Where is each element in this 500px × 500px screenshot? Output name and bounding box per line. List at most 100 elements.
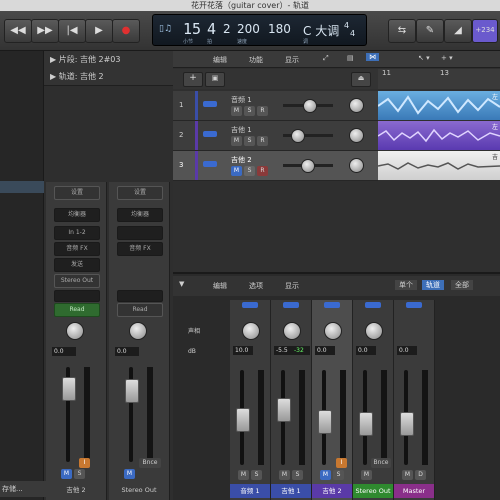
tracks-view-button[interactable]: 轨道 [422, 280, 444, 290]
solo-button[interactable]: S [251, 470, 262, 480]
mute-button[interactable]: M [61, 469, 72, 479]
automation-mode[interactable]: Read [117, 303, 163, 317]
function-menu[interactable]: 功能 [249, 55, 263, 65]
input-monitor-button[interactable]: I [79, 458, 90, 468]
pan-knob[interactable] [349, 128, 364, 143]
volume-fader-cap[interactable] [125, 379, 139, 403]
track-name[interactable]: 吉他 1 [231, 125, 252, 135]
single-view-button[interactable]: 单个 [395, 280, 417, 290]
volume-fader-cap[interactable] [359, 412, 373, 436]
counter-badge[interactable]: +234 [472, 19, 498, 43]
pan-knob[interactable] [283, 322, 301, 340]
add-track-button[interactable]: + [183, 72, 203, 87]
volume-slider-thumb[interactable] [291, 129, 305, 143]
catch-icon[interactable]: ▤ [347, 54, 354, 62]
mute-button[interactable]: M [231, 106, 242, 116]
mute-button[interactable]: M [279, 470, 290, 480]
mixer-edit-menu[interactable]: 编辑 [213, 281, 227, 291]
mixer-options-menu[interactable]: 选项 [249, 281, 263, 291]
automation-mode[interactable]: Read [54, 303, 100, 317]
audio-region[interactable]: 左 [378, 91, 500, 120]
disclosure-triangle-icon[interactable]: ▼ [179, 280, 184, 288]
duplicate-track-icon[interactable]: ▣ [205, 72, 225, 87]
region-inspector-header[interactable]: ▶ 片段: 吉他 2#03 [44, 51, 179, 69]
audio-region-selected[interactable]: 吉 [378, 151, 500, 180]
eq-slot[interactable]: 均衡器 [117, 208, 163, 222]
bounce-button[interactable]: Bnce [139, 458, 161, 468]
volume-slider-thumb[interactable] [301, 159, 315, 173]
input-slot[interactable]: In 1-2 [54, 226, 100, 240]
flex-icon[interactable]: ⋈ [366, 53, 379, 61]
rewind-button[interactable]: ◀◀ [4, 19, 32, 43]
snap-icon[interactable]: ⤢ [323, 54, 329, 63]
lcd-display[interactable]: ▯♫ 15 4 2 200 180 C 大调 4 4 小节 拍 速度 调 [152, 14, 367, 46]
record-button[interactable]: ● [112, 19, 140, 43]
pan-knob[interactable] [349, 98, 364, 113]
collapse-icon[interactable]: ⏏ [351, 72, 371, 87]
mute-button[interactable]: M [238, 470, 249, 480]
track-inspector-header[interactable]: ▶ 轨道: 吉他 2 [44, 68, 179, 86]
track-name[interactable]: 吉他 2 [231, 155, 252, 165]
mute-button[interactable]: M [320, 470, 331, 480]
link-slot[interactable] [117, 226, 163, 240]
group-slot[interactable] [54, 290, 100, 302]
bounce-button[interactable]: Bnce [371, 458, 391, 468]
volume-fader-cap[interactable] [400, 412, 414, 436]
library-selected-row[interactable] [0, 181, 44, 193]
pan-knob[interactable] [365, 322, 383, 340]
all-view-button[interactable]: 全部 [451, 280, 473, 290]
solo-button[interactable]: S [244, 136, 255, 146]
output-slot[interactable]: Stereo Out [54, 274, 100, 288]
track-row[interactable]: 1 音频 1 M S R [173, 91, 378, 121]
solo-button[interactable]: S [292, 470, 303, 480]
play-button[interactable]: ▶ [85, 19, 113, 43]
mute-button[interactable]: M [124, 469, 135, 479]
volume-fader-cap[interactable] [62, 377, 76, 401]
pan-knob[interactable] [242, 322, 260, 340]
volume-fader-cap[interactable] [277, 398, 291, 422]
mixer-view-menu[interactable]: 显示 [285, 281, 299, 291]
mute-button[interactable]: M [361, 470, 372, 480]
pointer-tool-icon[interactable]: ↖ ▾ [418, 54, 430, 62]
tuner-icon[interactable]: ✎ [416, 19, 444, 43]
volume-fader-cap[interactable] [318, 410, 332, 434]
audio-fx-slot[interactable]: 音频 FX [54, 242, 100, 256]
track-name[interactable]: 音频 1 [231, 95, 252, 105]
group-slot[interactable] [117, 290, 163, 302]
save-button[interactable]: 存储... [0, 481, 46, 497]
track-row[interactable]: 2 吉他 1 M S R [173, 121, 378, 151]
solo-button[interactable]: S [333, 470, 344, 480]
cycle-icon[interactable]: ⇆ [388, 19, 416, 43]
track-row-selected[interactable]: 3 吉他 2 M S R [173, 151, 378, 181]
edit-menu[interactable]: 编辑 [213, 55, 227, 65]
solo-button[interactable]: S [244, 106, 255, 116]
setting-button[interactable]: 设置 [54, 186, 100, 200]
timeline-ruler[interactable]: 11 13 [378, 69, 500, 89]
marquee-tool-icon[interactable]: + ▾ [441, 54, 453, 62]
pan-knob[interactable] [349, 158, 364, 173]
solo-button[interactable]: S [74, 469, 85, 479]
input-monitor-button[interactable]: I [336, 458, 347, 468]
record-enable-button[interactable]: R [257, 136, 268, 146]
mute-button[interactable]: M [231, 136, 242, 146]
go-to-start-button[interactable]: |◀ [58, 19, 86, 43]
mute-button[interactable]: M [402, 470, 413, 480]
view-menu[interactable]: 显示 [285, 55, 299, 65]
record-enable-button[interactable]: R [257, 166, 268, 176]
setting-button[interactable]: 设置 [117, 186, 163, 200]
solo-button[interactable]: S [244, 166, 255, 176]
mute-button[interactable]: M [231, 166, 242, 176]
dim-button[interactable]: D [415, 470, 426, 480]
volume-slider-thumb[interactable] [303, 99, 317, 113]
metronome-icon[interactable]: ◢ [444, 19, 472, 43]
pan-knob[interactable] [324, 322, 342, 340]
audio-fx-slot[interactable]: 音频 FX [117, 242, 163, 256]
record-enable-button[interactable]: R [257, 106, 268, 116]
volume-fader-cap[interactable] [236, 408, 250, 432]
send-slot[interactable]: 发送 [54, 258, 100, 272]
pan-knob[interactable] [129, 322, 147, 340]
pan-knob[interactable] [66, 322, 84, 340]
eq-slot[interactable]: 均衡器 [54, 208, 100, 222]
forward-button[interactable]: ▶▶ [31, 19, 59, 43]
audio-region[interactable]: 左 [378, 121, 500, 150]
